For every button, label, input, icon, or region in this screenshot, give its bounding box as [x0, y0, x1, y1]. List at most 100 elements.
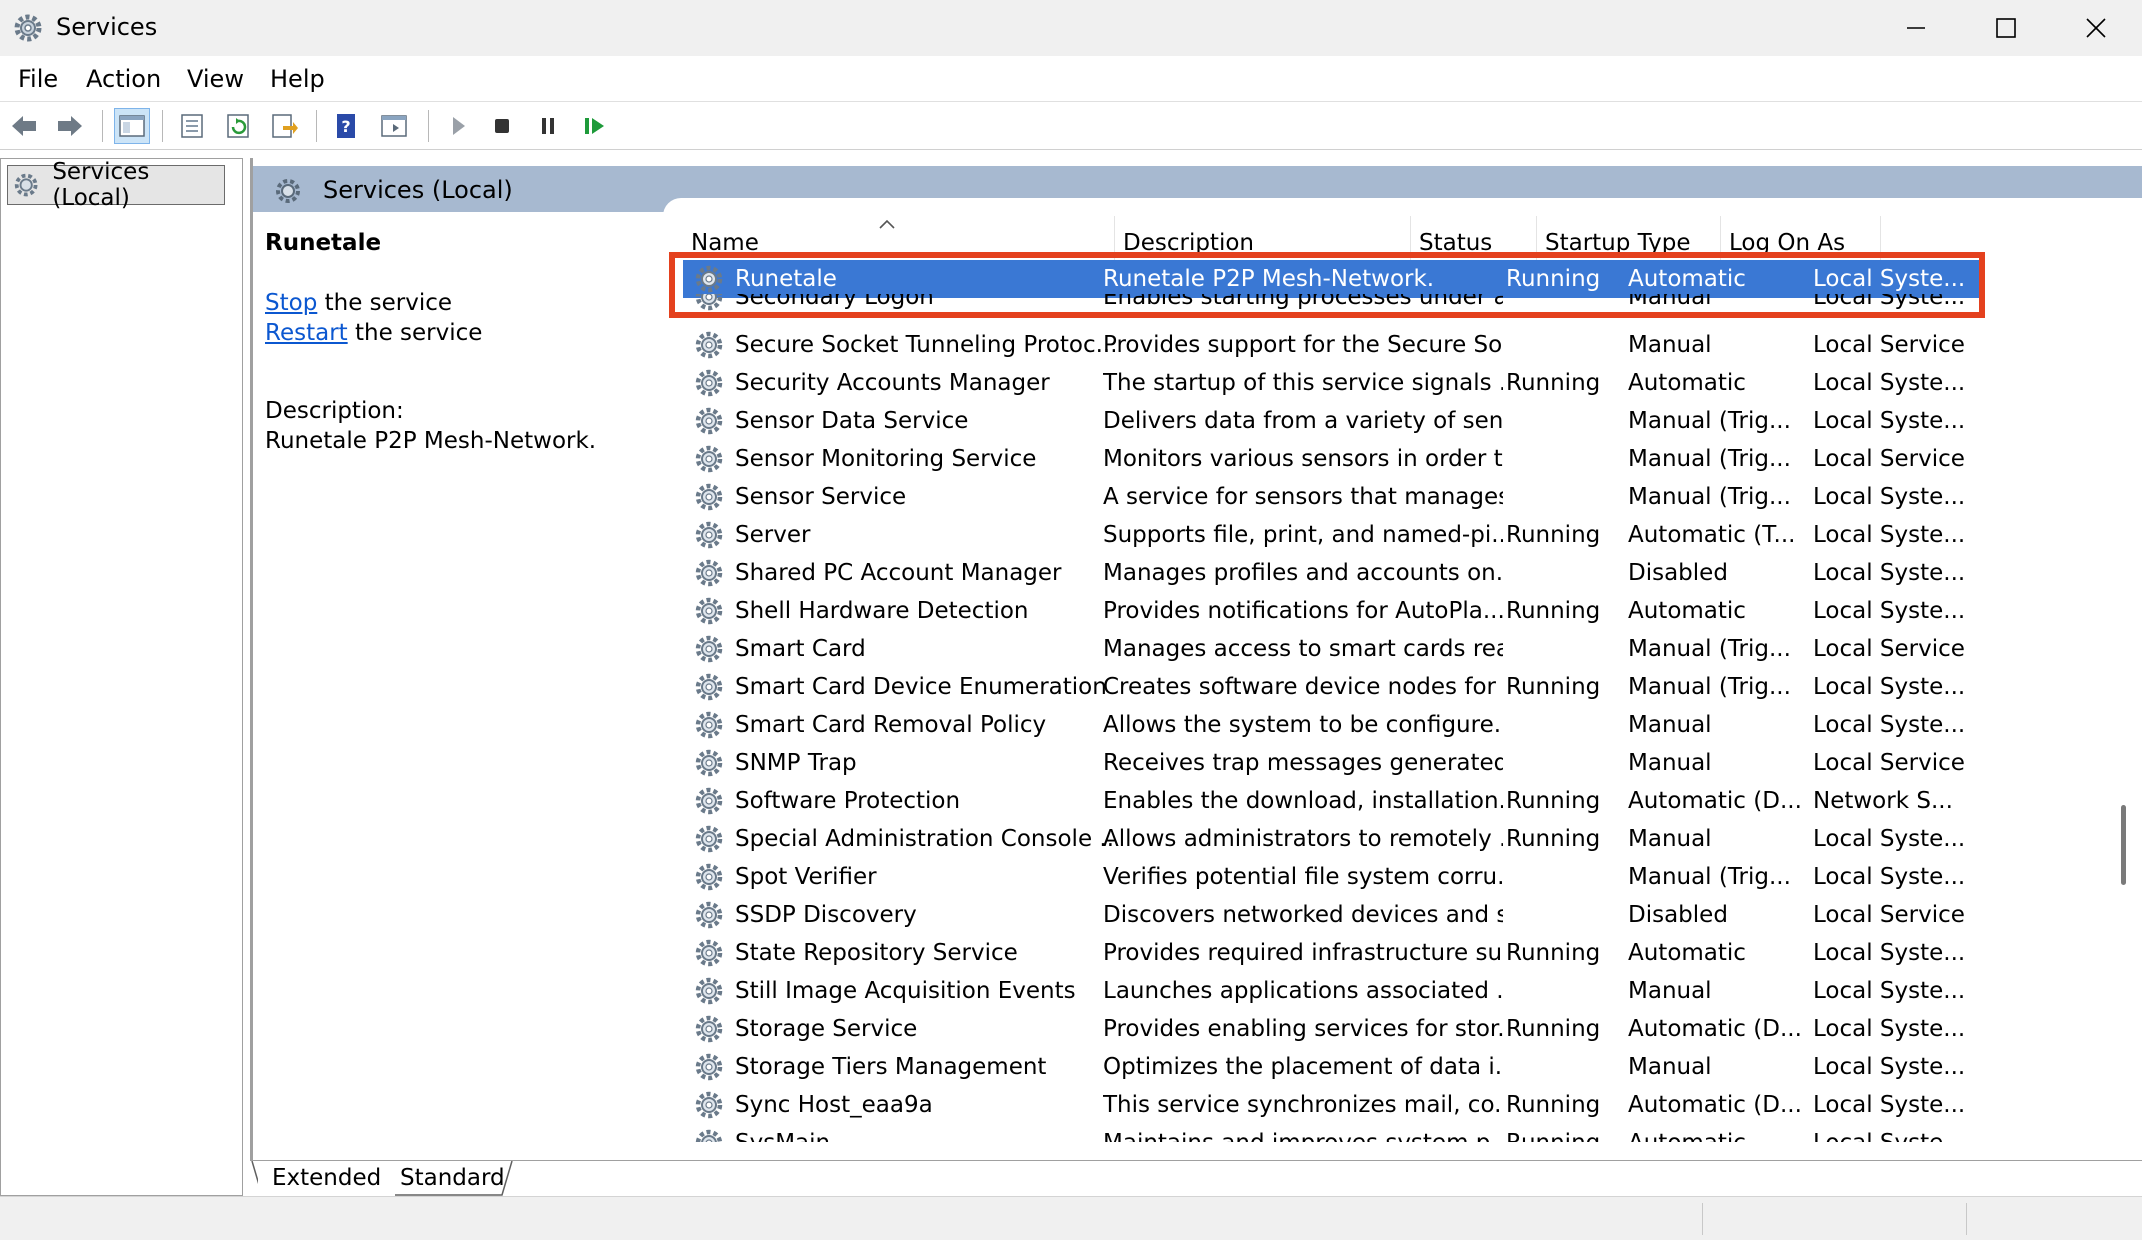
description-text: Runetale P2P Mesh-Network. — [265, 428, 597, 454]
services-gear-icon — [276, 179, 300, 203]
service-startup-type: Automatic — [1628, 598, 1746, 624]
service-log-on-as: Local Service — [1813, 446, 1965, 472]
service-icon-cell — [693, 820, 729, 858]
forward-button[interactable] — [52, 108, 88, 144]
service-description: Launches applications associated ... — [1103, 978, 1503, 1004]
services-gear-icon — [14, 173, 38, 197]
service-row[interactable]: Smart Card Manages access to smart cards … — [683, 630, 1983, 668]
service-row[interactable]: Server Supports file, print, and named-pi… — [683, 516, 1983, 554]
close-button[interactable] — [2050, 0, 2142, 56]
service-icon-cell — [693, 934, 729, 972]
service-status — [1506, 744, 1616, 782]
service-log-on-as: Local Syste... — [1813, 940, 1966, 966]
properties-button[interactable] — [174, 108, 210, 144]
service-row[interactable]: Storage Service Provides enabling service… — [683, 1010, 1983, 1048]
service-gear-icon — [695, 825, 723, 853]
service-icon-cell — [693, 478, 729, 516]
service-row[interactable]: Sensor Service A service for sensors that… — [683, 478, 1983, 516]
service-description: Manages access to smart cards rea... — [1103, 636, 1503, 662]
service-gear-icon — [695, 1091, 723, 1119]
restart-service-link[interactable]: Restart — [265, 320, 348, 346]
service-log-on-as: Local Syste... — [1813, 408, 1966, 434]
service-row[interactable]: Shared PC Account Manager Manages profile… — [683, 554, 1983, 592]
service-row[interactable]: Secure Socket Tunneling Protoc... Provide… — [683, 326, 1983, 364]
service-status — [1506, 630, 1616, 668]
service-row[interactable]: State Repository Service Provides require… — [683, 934, 1983, 972]
service-status: Running — [1506, 826, 1601, 852]
show-console-tree-button[interactable] — [114, 108, 150, 144]
service-row[interactable]: Storage Tiers Management Optimizes the pl… — [683, 1048, 1983, 1086]
service-name: Smart Card Removal Policy — [735, 712, 1047, 738]
scrollbar-thumb[interactable] — [2121, 805, 2126, 885]
back-button[interactable] — [6, 108, 42, 144]
maximize-button[interactable] — [1960, 0, 2052, 56]
service-name: SSDP Discovery — [735, 902, 917, 928]
service-description: Creates software device nodes for ... — [1103, 674, 1503, 700]
forward-icon — [58, 116, 82, 136]
service-row[interactable]: Shell Hardware Detection Provides notific… — [683, 592, 1983, 630]
service-row[interactable]: Spot Verifier Verifies potential file sys… — [683, 858, 1983, 896]
status-bar — [0, 1196, 2142, 1240]
stop-service-button[interactable] — [484, 108, 520, 144]
service-icon-cell — [693, 744, 729, 782]
service-icon-cell — [693, 364, 729, 402]
service-icon-cell — [693, 706, 729, 744]
pause-service-button[interactable] — [530, 108, 566, 144]
service-log-on-as: Local Syste... — [1813, 522, 1966, 548]
minimize-button[interactable] — [1870, 0, 1962, 56]
vertical-scrollbar[interactable] — [2115, 220, 2135, 1150]
service-row[interactable]: Sensor Monitoring Service Monitors variou… — [683, 440, 1983, 478]
refresh-button[interactable] — [220, 108, 256, 144]
service-log-on-as: Local Syste... — [1813, 598, 1966, 624]
service-log-on-as: Local Syste... — [1813, 484, 1966, 510]
service-description: Verifies potential file system corru... — [1103, 864, 1503, 890]
service-name: Server — [735, 522, 811, 548]
service-log-on-as: Local Syste... — [1813, 1054, 1966, 1080]
help-button[interactable]: ? — [328, 108, 364, 144]
menu-file[interactable]: File — [18, 64, 58, 94]
service-gear-icon — [695, 635, 723, 663]
service-startup-type: Manual (Trig... — [1628, 674, 1791, 700]
service-icon-cell — [693, 554, 729, 592]
tab-extended[interactable]: Extended — [258, 1161, 396, 1197]
service-description: Provides required infrastructure su... — [1103, 940, 1503, 966]
service-log-on-as: Local Service — [1813, 636, 1965, 662]
service-row[interactable]: SNMP Trap Receives trap messages generate… — [683, 744, 1983, 782]
service-row[interactable]: SysMainMaintains and improves system p..… — [683, 1124, 1983, 1142]
service-row[interactable]: Smart Card Device Enumeration ... Creates… — [683, 668, 1983, 706]
title-bar: Services — [0, 0, 2142, 56]
service-gear-icon — [695, 673, 723, 701]
stop-service-link[interactable]: Stop — [265, 290, 317, 316]
console-view-button[interactable] — [376, 108, 412, 144]
service-name: Smart Card — [735, 636, 866, 662]
service-name: Security Accounts Manager — [735, 370, 1050, 396]
service-row[interactable]: Special Administration Console ... Allows… — [683, 820, 1983, 858]
service-log-on-as: Local Syste... — [1813, 1016, 1966, 1042]
service-row[interactable]: Smart Card Removal Policy Allows the syst… — [683, 706, 1983, 744]
menu-help[interactable]: Help — [270, 64, 325, 94]
service-row[interactable]: Software Protection Enables the download,… — [683, 782, 1983, 820]
service-row[interactable]: Sensor Data Service Delivers data from a … — [683, 402, 1983, 440]
minimize-icon — [1907, 27, 1925, 29]
menu-view[interactable]: View — [187, 64, 244, 94]
menu-action[interactable]: Action — [86, 64, 161, 94]
service-name: Storage Tiers Management — [735, 1054, 1047, 1080]
service-status: Running — [1506, 370, 1601, 396]
service-status — [1506, 858, 1616, 896]
export-list-button[interactable] — [266, 108, 302, 144]
service-log-on-as: Network S... — [1813, 788, 1953, 814]
start-service-button[interactable] — [440, 108, 476, 144]
service-row[interactable]: Sync Host_eaa9a This service synchronizes… — [683, 1086, 1983, 1124]
service-description: Provides enabling services for stor... — [1103, 1016, 1503, 1042]
service-gear-icon — [695, 711, 723, 739]
resume-service-button[interactable] — [576, 108, 612, 144]
service-row[interactable]: Still Image Acquisition Events Launches a… — [683, 972, 1983, 1010]
service-startup-type: Manual (Trig... — [1628, 446, 1791, 472]
service-gear-icon — [695, 863, 723, 891]
tab-standard[interactable]: Standard — [386, 1161, 519, 1197]
service-status — [1506, 1048, 1616, 1086]
service-row[interactable]: SSDP Discovery Discovers networked device… — [683, 896, 1983, 934]
service-row[interactable]: Security Accounts Manager The startup of … — [683, 364, 1983, 402]
service-icon-cell — [693, 858, 729, 896]
tree-node-services-local[interactable]: Services (Local) — [7, 159, 225, 211]
